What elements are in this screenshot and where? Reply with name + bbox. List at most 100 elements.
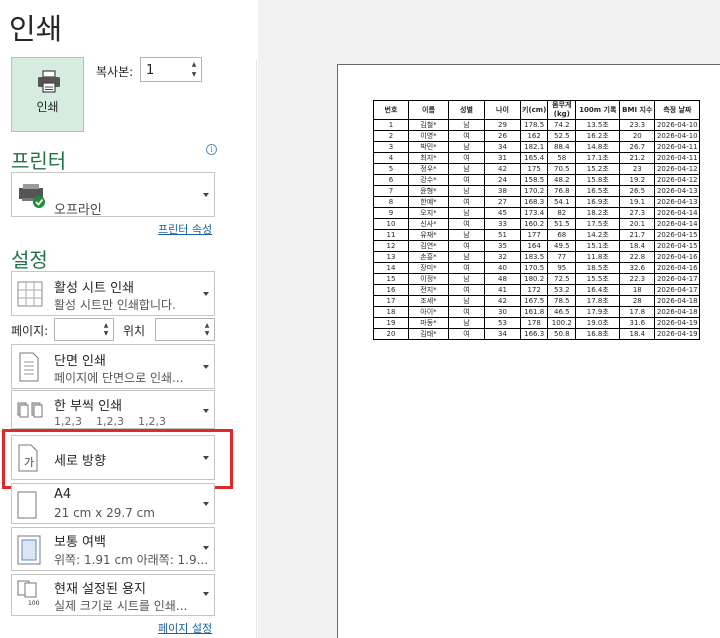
table-cell: 20.1 (619, 218, 656, 230)
table-cell: 27 (484, 196, 521, 208)
spin-down-icon[interactable]: ▼ (189, 69, 199, 80)
table-cell: 40 (484, 262, 521, 274)
table-cell: 여 (448, 240, 485, 252)
table-cell: 남 (448, 273, 485, 285)
table-row: 10 신사* 여 33 160.2 51.5 17.5초 20.1 2026-04-14 (373, 218, 701, 230)
table-cell: 17 (373, 295, 409, 307)
scaling-title: 현재 설정된 용지 (54, 582, 146, 597)
margins-dropdown[interactable]: 보통 여백 위쪽: 1.91 cm 아래쪽: 1.9... (11, 527, 215, 571)
table-cell: 여 (448, 306, 485, 318)
table-cell: 여 (448, 152, 485, 164)
table-row: 4 최지* 여 31 165.4 58 17.1초 21.2 2026-04-11 (373, 152, 701, 164)
margins-subtitle: 위쪽: 1.91 cm 아래쪽: 1.9... (54, 553, 209, 567)
table-cell: 16 (373, 284, 409, 296)
table-cell: 51.5 (547, 218, 577, 230)
table-cell: 76.8 (547, 185, 577, 197)
table-cell: 2026-04-13 (654, 185, 701, 197)
printer-dropdown[interactable]: 오프라인 (11, 172, 215, 218)
paper-size-dropdown[interactable]: A4 21 cm x 29.7 cm (11, 483, 215, 524)
table-cell: 2026-04-10 (654, 130, 701, 142)
pages-to-input[interactable]: ▲ ▼ (155, 318, 215, 341)
table-header-cell: 100m 기록 (575, 100, 621, 120)
page-setup-link[interactable]: 페이지 설정 (158, 620, 212, 636)
table-cell: 3 (373, 141, 409, 153)
table-cell: 2026-04-19 (654, 317, 701, 329)
table-cell: 173.4 (519, 207, 549, 219)
table-cell: 50.8 (547, 328, 577, 340)
scaling-icon-text: 100 (28, 600, 40, 607)
table-cell: 남 (448, 119, 485, 131)
table-cell: 24 (484, 174, 521, 186)
table-cell: 남 (448, 251, 485, 263)
table-cell: 16.2초 (575, 130, 621, 142)
table-cell: 김연* (408, 240, 449, 252)
table-cell: 182.1 (519, 141, 549, 153)
table-cell: 2026-04-10 (654, 119, 701, 131)
table-cell: 180.2 (519, 273, 549, 285)
table-cell: 17.8초 (575, 295, 621, 307)
scaling-icon (17, 580, 37, 598)
table-cell: 여 (448, 130, 485, 142)
copies-input[interactable]: 1 ▲ ▼ (140, 57, 202, 82)
table-cell: 정우* (408, 163, 449, 175)
sides-dropdown[interactable]: 단면 인쇄 페이지에 단면으로 인쇄... (11, 344, 215, 389)
print-button[interactable]: 인쇄 (11, 57, 84, 132)
table-row: 7 윤형* 남 38 170.2 76.8 16.5초 26.5 2026-04-13 (373, 185, 701, 197)
table-cell: 32 (484, 251, 521, 263)
table-cell: 13.5초 (575, 119, 621, 131)
table-row: 17 조세* 남 42 167.5 78.5 17.8초 28 2026-04-18 (373, 295, 701, 307)
table-cell: 51 (484, 229, 521, 241)
settings-section-title: 설정 (11, 248, 48, 272)
table-cell: 6 (373, 174, 409, 186)
table-row: 9 오지* 남 45 173.4 82 18.2초 27.3 2026-04-14 (373, 207, 701, 219)
scaling-subtitle: 실제 크기로 시트를 인쇄... (54, 599, 188, 613)
table-cell: 38 (484, 185, 521, 197)
table-cell: 남 (448, 295, 485, 307)
table-cell: 42 (484, 163, 521, 175)
table-header-cell: 측정 날짜 (654, 100, 701, 120)
collate-dropdown[interactable]: 한 부씩 인쇄 1,2,3 1,2,3 1,2,3 (11, 390, 215, 429)
table-cell: 26 (484, 130, 521, 142)
print-scope-dropdown[interactable]: 활성 시트 인쇄 활성 시트만 인쇄합니다. (11, 271, 215, 316)
table-cell: 2026-04-15 (654, 229, 701, 241)
printer-properties-link[interactable]: 프린터 속성 (158, 221, 212, 237)
table-cell: 15.5초 (575, 273, 621, 285)
table-row: 12 김연* 여 35 164 49.5 15.1초 18.4 2026-04-15 (373, 240, 701, 252)
table-row: 18 아이* 여 30 161.8 46.5 17.9초 17.8 2026-04-18 (373, 306, 701, 318)
table-cell: 남 (448, 141, 485, 153)
collate-subtitle: 1,2,3 1,2,3 1,2,3 (54, 415, 166, 428)
scaling-dropdown[interactable]: 100 현재 설정된 용지 실제 크기로 시트를 인쇄... (11, 574, 215, 616)
one-sided-icon (19, 352, 39, 382)
table-cell: 18.4 (619, 328, 656, 340)
table-cell: 남 (448, 317, 485, 329)
spin-down-icon[interactable]: ▼ (202, 328, 212, 339)
table-cell: 19.0초 (575, 317, 621, 329)
table-cell: 28 (619, 295, 656, 307)
table-cell: 42 (484, 295, 521, 307)
table-cell: 48.2 (547, 174, 577, 186)
table-cell: 82 (547, 207, 577, 219)
table-cell: 54.1 (547, 196, 577, 208)
table-header-row: 번호 이름 성별 나이 키(cm) 몸무게 (kg) 100m 기록 BMI 지수 측정 날짜 (373, 100, 701, 120)
table-cell: 여 (448, 174, 485, 186)
pages-from-input[interactable]: ▲ ▼ (54, 318, 114, 341)
table-cell: 2026-04-11 (654, 152, 701, 164)
table-cell: 14 (373, 262, 409, 274)
spin-down-icon[interactable]: ▼ (101, 328, 111, 339)
chevron-down-icon (203, 193, 209, 197)
table-cell: 16.9초 (575, 196, 621, 208)
table-header-cell: 몸무게 (kg) (547, 100, 577, 120)
print-scope-subtitle: 활성 시트만 인쇄합니다. (54, 298, 176, 312)
table-cell: 2 (373, 130, 409, 142)
table-cell: 15 (373, 273, 409, 285)
table-cell: 48 (484, 273, 521, 285)
table-cell: 20 (373, 328, 409, 340)
table-cell: 17.8 (619, 306, 656, 318)
table-cell: 남 (448, 163, 485, 175)
table-cell: 45 (484, 207, 521, 219)
info-icon[interactable]: i (206, 144, 217, 155)
chevron-down-icon (203, 292, 209, 296)
table-cell: 유재* (408, 229, 449, 241)
table-cell: 2026-04-18 (654, 295, 701, 307)
table-cell: 175 (519, 163, 549, 175)
